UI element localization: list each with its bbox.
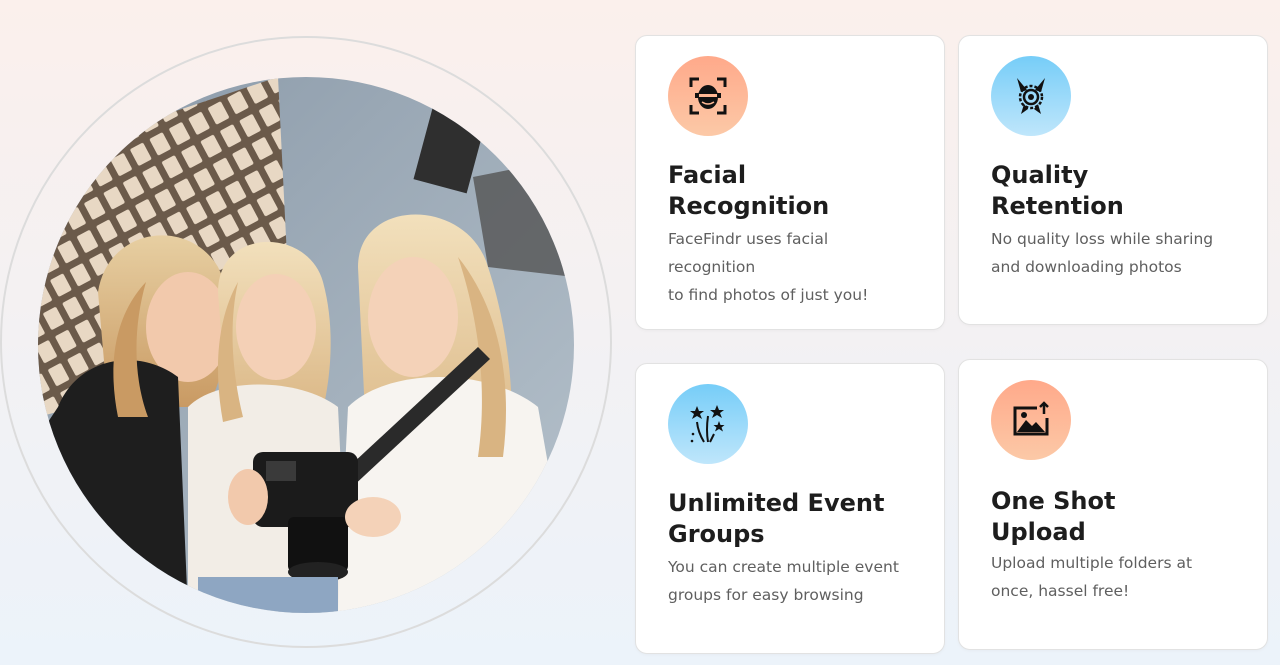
facial-recognition-icon — [668, 56, 748, 136]
feature-description: FaceFindr uses facial recognition to fin… — [668, 230, 869, 304]
hero-photo — [38, 77, 574, 613]
feature-description: No quality loss while sharing and downlo… — [991, 230, 1214, 276]
quality-badge-icon — [991, 56, 1071, 136]
image-upload-icon — [991, 380, 1071, 460]
feature-card-facial-recognition: Facial Recognition FaceFindr uses facial… — [635, 35, 945, 330]
feature-description: You can create multiple event groups for… — [668, 558, 899, 604]
feature-description: Upload multiple folders at once, hassel … — [991, 554, 1193, 600]
fireworks-stars-icon — [668, 384, 748, 464]
feature-card-unlimited-event-groups: Unlimited Event Groups You can create mu… — [635, 363, 945, 654]
feature-card-one-shot-upload: One Shot Upload Upload multiple folders … — [958, 359, 1268, 650]
feature-title: Quality Retention — [991, 161, 1124, 220]
feature-card-quality-retention: Quality Retention No quality loss while … — [958, 35, 1268, 325]
feature-title: One Shot Upload — [991, 487, 1116, 546]
feature-title: Facial Recognition — [668, 161, 830, 220]
feature-title: Unlimited Event Groups — [668, 489, 885, 548]
